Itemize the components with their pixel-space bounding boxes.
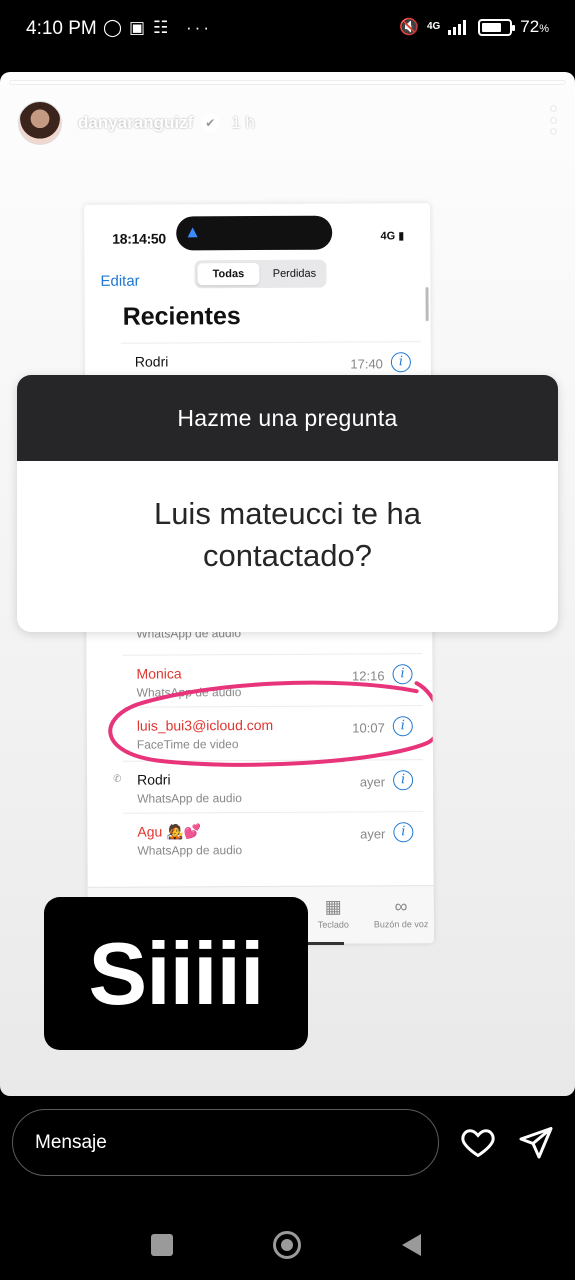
network-type: 4G — [426, 21, 441, 32]
username[interactable]: danyaranguizf — [78, 113, 193, 133]
battery-fill — [482, 22, 502, 32]
bottom-bar — [0, 1096, 575, 1280]
answer-sticker: Siiiii — [44, 897, 308, 1050]
story-progress-fill — [10, 81, 565, 84]
verified-badge-icon: ✔ — [201, 114, 220, 132]
notification-icon: ◯ — [103, 18, 123, 37]
mute-icon: 🔇 — [399, 19, 419, 36]
story-time-ago: 1 h — [231, 113, 255, 132]
story-header: danyaranguizf ✔ 1 h — [18, 100, 557, 146]
question-sticker[interactable]: Hazme una pregunta Luis mateucci te ha c… — [17, 375, 558, 632]
home-button[interactable] — [273, 1231, 301, 1259]
story-progress-bar — [10, 81, 565, 84]
more-notifications-icon: ··· — [186, 18, 212, 37]
question-sticker-header: Hazme una pregunta — [17, 375, 558, 461]
recent-apps-button[interactable] — [151, 1234, 173, 1256]
drawn-dash — [308, 942, 344, 945]
status-time: 4:10 PM — [26, 18, 97, 39]
back-button[interactable] — [402, 1234, 421, 1256]
battery-percent: 72% — [520, 17, 549, 36]
instagram-icon: ▣ — [129, 18, 146, 37]
question-text: Luis mateucci te ha contactado? — [17, 461, 558, 632]
avatar[interactable] — [18, 101, 62, 145]
story-view[interactable]: danyaranguizf ✔ 1 h 18:14:50 ▲ 4G ▮ Edit… — [0, 72, 575, 1096]
message-input[interactable] — [12, 1109, 439, 1176]
more-options-icon[interactable] — [549, 106, 557, 134]
send-icon[interactable] — [518, 1124, 554, 1160]
heart-icon[interactable] — [460, 1124, 496, 1160]
recording-icon: ☷ — [153, 18, 169, 37]
battery-icon — [478, 18, 516, 36]
status-bar: 4:10 PM ◯ ▣ ☷ ··· 🔇 4G 72% — [0, 0, 575, 58]
status-right-group: 🔇 4G 72% — [399, 17, 549, 37]
signal-icon — [448, 20, 467, 35]
